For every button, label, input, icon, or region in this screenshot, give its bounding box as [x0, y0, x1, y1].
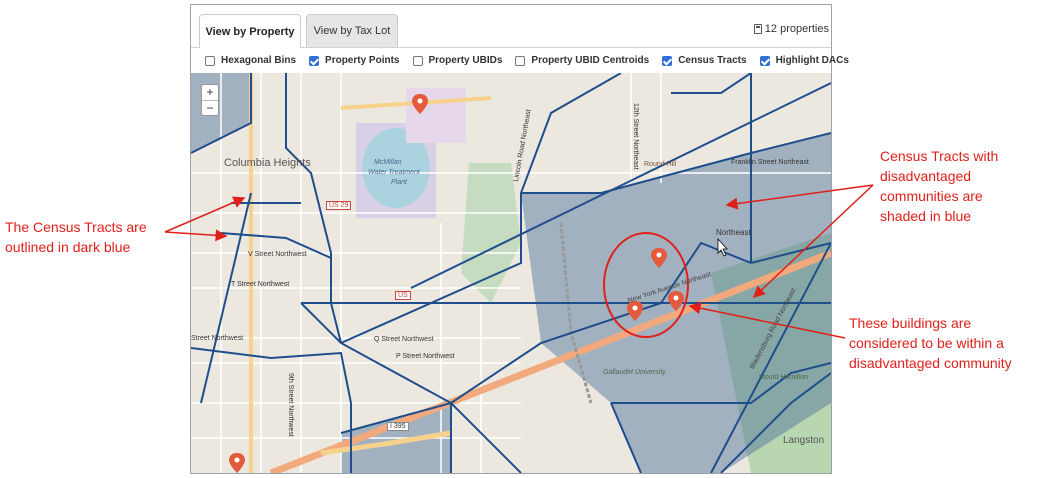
annotation-right-top: Census Tracts with disadvantaged communi… — [880, 146, 998, 226]
hexagonal-bins-label: Hexagonal Bins — [221, 55, 297, 66]
tab-view-by-tax-lot[interactable]: View by Tax Lot — [306, 14, 398, 47]
map-label-water-treatment: Water Treatment — [368, 169, 420, 176]
layer-hexagonal-bins[interactable]: Hexagonal Bins — [205, 55, 296, 66]
census-tracts-checkbox[interactable] — [662, 55, 673, 66]
map-label-v-street: V Street Northwest — [248, 251, 307, 258]
annotation-right-bottom-line: These buildings are — [849, 315, 972, 331]
property-ubid-centroids-checkbox[interactable] — [515, 55, 526, 66]
property-points-label: Property Points — [325, 55, 400, 66]
view-tabs: View by Property View by Tax Lot 12 prop… — [191, 5, 831, 48]
property-ubids-label: Property UBIDs — [428, 55, 503, 66]
annotation-right-top-line: communities are — [880, 188, 983, 204]
highlight-dacs-label: Highlight DACs — [775, 55, 849, 66]
layer-property-ubid-centroids[interactable]: Property UBID Centroids — [515, 55, 649, 66]
annotation-right-top-line: shaded in blue — [880, 208, 972, 224]
property-count-label: 12 properties — [764, 23, 829, 35]
layer-property-ubids[interactable]: Property UBIDs — [412, 55, 503, 66]
calculator-icon — [753, 24, 762, 34]
property-ubids-checkbox[interactable] — [412, 55, 423, 66]
map-label-street-nw: Street Northwest — [191, 335, 244, 342]
map-canvas[interactable]: + − Columbia Heights McMillan Water Trea… — [191, 73, 831, 473]
map-label-us: US — [395, 291, 411, 300]
map-label-q-street: Q Street Northwest — [374, 336, 434, 343]
annotation-right-top-line: Census Tracts with — [880, 148, 999, 164]
map-label-gallaudet: Gallaudet University — [603, 369, 666, 376]
layer-census-tracts[interactable]: Census Tracts — [662, 55, 747, 66]
annotation-left: The Census Tracts are outlined in dark b… — [5, 217, 147, 257]
map-label-round-hill: Round Hill — [644, 161, 677, 168]
map-label-t-street: T Street Northwest — [231, 281, 290, 288]
map-label-i395: I 395 — [387, 422, 409, 431]
annotation-left-line: outlined in dark blue — [5, 239, 131, 255]
annotation-left-line: The Census Tracts are — [5, 219, 147, 235]
annotation-right-bottom-line: considered to be within a — [849, 335, 1004, 351]
layer-property-points[interactable]: Property Points — [309, 55, 400, 66]
property-count: 12 properties — [753, 23, 829, 35]
map-label-franklin-street: Franklin Street Northeast — [731, 159, 809, 166]
dac-tract-2 — [751, 133, 831, 263]
annotation-right-bottom: These buildings are considered to be wit… — [849, 313, 1012, 373]
census-tracts-label: Census Tracts — [678, 55, 747, 66]
property-points-checkbox[interactable] — [309, 55, 320, 66]
highlight-dacs-checkbox[interactable] — [759, 55, 770, 66]
map-label-p-street: P Street Northwest — [396, 353, 455, 360]
hexagonal-bins-checkbox[interactable] — [205, 55, 215, 66]
map-label-9th-street: 9th Street Northwest — [287, 373, 294, 437]
zoom-control: + − — [201, 84, 219, 116]
zoom-out-button[interactable]: − — [202, 101, 218, 116]
map-label-12th-street: 12th Street Northeast — [632, 103, 639, 170]
annotation-right-bottom-line: disadvantaged community — [849, 355, 1012, 371]
layer-highlight-dacs[interactable]: Highlight DACs — [759, 55, 849, 66]
map-label-langston: Langston — [783, 435, 825, 446]
map-label-northeast: Northeast — [716, 228, 751, 237]
property-ubid-centroids-label: Property UBID Centroids — [531, 55, 650, 66]
tab-view-by-property[interactable]: View by Property — [199, 14, 301, 48]
map-panel: View by Property View by Tax Lot 12 prop… — [190, 4, 849, 474]
map-label-mcmillan: McMillan — [374, 159, 402, 166]
map-label-columbia-heights: Columbia Heights — [224, 157, 311, 169]
layer-toggles: Hexagonal Bins Property Points Property … — [191, 48, 849, 73]
annotation-right-top-line: disadvantaged — [880, 168, 972, 184]
map-label-mount-hamilton: Mount Hamilton — [759, 374, 809, 381]
zoom-in-button[interactable]: + — [202, 85, 218, 101]
map-label-us29: US 29 — [326, 201, 352, 210]
map-label-plant: Plant — [391, 179, 407, 186]
